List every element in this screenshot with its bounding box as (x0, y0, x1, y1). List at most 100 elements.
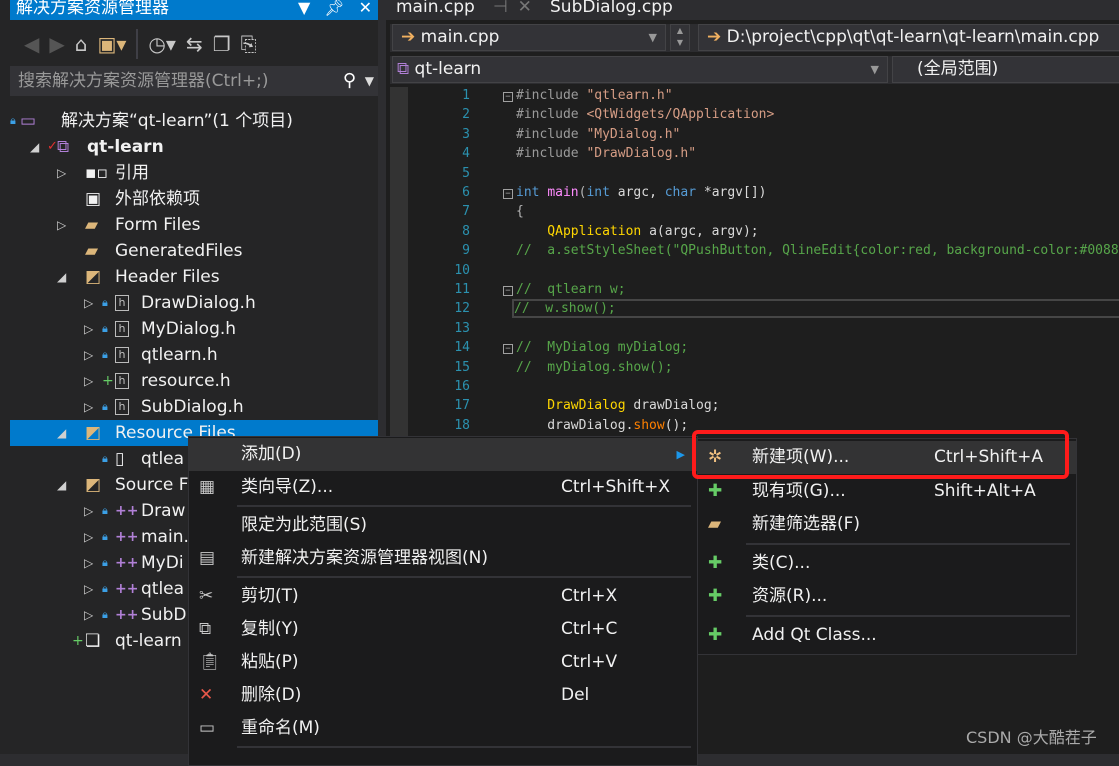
tree-item[interactable]: ▰ GeneratedFiles (10, 238, 378, 264)
collapsed-arrow-icon[interactable]: ▷ (84, 342, 93, 368)
collapsed-arrow-icon[interactable]: ▷ (57, 160, 66, 186)
collapse-all-icon[interactable]: ❐ (213, 32, 231, 56)
line-number: 2 (462, 107, 470, 123)
tree-item[interactable]: ▷ 🔒︎ h qtlearn.h (10, 342, 378, 368)
code-token: *argv[]) (703, 185, 767, 200)
code-line: DrawDialog drawDialog; (516, 398, 719, 413)
collapsed-arrow-icon[interactable]: ▷ (84, 368, 93, 394)
tree-item[interactable]: ▷ + h resource.h (10, 368, 378, 394)
project-dropdown[interactable]: ⧉ qt-learn ▼ (392, 56, 888, 83)
menu-item[interactable]: 添加(D) ▶ (189, 438, 697, 471)
paste-icon: 📋︎ (199, 652, 221, 672)
code-token: argc, (617, 185, 665, 200)
pending-changes-icon[interactable]: ◷▾ (148, 32, 176, 56)
menu-separator (746, 542, 1070, 545)
menu-item[interactable]: ✚ 类(C)... (698, 547, 1076, 580)
qt-project-icon: ⧉ (397, 59, 410, 79)
code-line: // w.show(); (512, 299, 1119, 319)
menu-item[interactable]: 📋︎ 粘贴(P) Ctrl+V (189, 646, 697, 679)
chevron-down-icon: ▼ (648, 31, 657, 44)
collapsed-arrow-icon[interactable]: ▷ (84, 602, 93, 628)
line-number: 7 (462, 204, 470, 220)
file-dropdown[interactable]: ➔ main.cpp ▼ (392, 24, 666, 51)
menu-item[interactable]: ▭ 重命名(M) (189, 712, 697, 745)
forward-icon[interactable]: ▶ (49, 32, 64, 56)
search-input[interactable]: 搜索解决方案资源管理器(Ctrl+;) ⚲ ▼ (10, 66, 378, 96)
back-icon[interactable]: ◀ (24, 32, 39, 56)
tab-main-cpp[interactable]: main.cpp ⊣ ✕ (386, 0, 542, 20)
tree-item[interactable]: ▷ ▰ Form Files (10, 212, 378, 238)
tree-item-label: Source F (115, 475, 189, 495)
expanded-arrow-icon[interactable]: ◢ (57, 420, 66, 446)
menu-item[interactable]: ✕ 删除(D) Del (189, 679, 697, 712)
collapsed-arrow-icon[interactable]: ▷ (84, 524, 93, 550)
tree-item[interactable]: ◢ ✓ ⧉ qt-learn (10, 134, 378, 160)
tree-item[interactable]: ▷ 🔒︎ h MyDialog.h (10, 316, 378, 342)
menu-item[interactable]: ▰ 新建筛选器(F) (698, 508, 1076, 541)
menu-item-label: 限定为此范围(S) (241, 515, 368, 535)
search-icon[interactable]: ⚲ (343, 66, 356, 96)
tree-item-label: main. (141, 527, 189, 547)
home-icon[interactable]: ⌂ (75, 32, 88, 56)
solution-icon: ▭ (20, 111, 37, 131)
sync-icon[interactable]: ⇆ (186, 32, 203, 56)
scope-dropdown[interactable]: (全局范围) (892, 56, 1119, 83)
expanded-arrow-icon[interactable]: ◢ (57, 472, 66, 498)
tree-item[interactable]: ▷ 🔒︎ h SubDialog.h (10, 394, 378, 420)
fold-toggle-icon[interactable]: − (503, 92, 513, 102)
menu-item[interactable]: ✚ Add Qt Class... (698, 619, 1076, 652)
menu-item-label: 粘贴(P) (241, 652, 299, 672)
collapsed-arrow-icon[interactable]: ▷ (84, 394, 93, 420)
collapsed-arrow-icon[interactable]: ▷ (84, 290, 93, 316)
menu-item[interactable]: ✚ 现有项(G)... Shift+Alt+A (698, 475, 1076, 508)
pin-icon[interactable]: ⊣ (493, 0, 508, 17)
dropdown-icon[interactable]: ▼ (298, 0, 310, 16)
tree-item[interactable]: ▣ 外部依赖项 (10, 186, 378, 212)
code-line: #include <QtWidgets/QApplication> (516, 107, 774, 122)
line-number: 3 (462, 126, 470, 142)
collapsed-arrow-icon[interactable]: ▷ (84, 576, 93, 602)
path-dropdown[interactable]: ➔ D:\project\cpp\qt\qt-learn\qt-learn\ma… (698, 24, 1119, 51)
arrow-icon: ➔ (707, 27, 722, 47)
tree-item[interactable]: ▷ 🔒︎ h DrawDialog.h (10, 290, 378, 316)
cpp-file-icon: ++ (115, 555, 139, 571)
tree-item[interactable]: 🔒︎ ▭ 解决方案“qt-learn”(1 个项目) (10, 108, 378, 134)
lock-icon: 🔒︎ (102, 556, 108, 569)
search-options-icon[interactable]: ▼ (365, 66, 374, 96)
fold-toggle-icon[interactable]: − (503, 344, 513, 355)
collapsed-arrow-icon[interactable]: ▷ (57, 212, 66, 238)
tree-item-label: 外部依赖项 (115, 189, 200, 209)
menu-item[interactable]: ✚ 资源(R)... (698, 580, 1076, 613)
close-icon[interactable]: ✕ (359, 0, 372, 16)
collapsed-arrow-icon[interactable]: ▷ (84, 550, 93, 576)
fold-toggle-icon[interactable]: − (503, 286, 513, 296)
lock-icon: 🔒︎ (10, 114, 16, 127)
tab-subdialog-cpp[interactable]: SubDialog.cpp (540, 0, 683, 20)
scroll-updown-button[interactable]: ▲ ▼ (670, 24, 690, 51)
tree-item[interactable]: ◢ ◩ Header Files (10, 264, 378, 290)
code-line: { (516, 204, 524, 219)
fold-toggle-icon[interactable]: − (503, 189, 513, 199)
collapsed-arrow-icon[interactable]: ▷ (84, 316, 93, 342)
code-token: #include (516, 146, 587, 162)
tree-item-label: MyDi (141, 553, 184, 573)
expanded-arrow-icon[interactable]: ◢ (57, 264, 66, 290)
switch-views-icon[interactable]: ▣▾ (97, 32, 126, 56)
file-name: main.cpp (420, 27, 500, 47)
pin-icon[interactable]: 📌︎ (324, 0, 344, 16)
menu-item[interactable]: 限定为此范围(S) (189, 509, 697, 542)
collapsed-arrow-icon[interactable]: ▷ (84, 498, 93, 524)
expanded-arrow-icon[interactable]: ◢ (30, 134, 39, 160)
menu-item[interactable]: ▤ 新建解决方案资源管理器视图(N) (189, 542, 697, 575)
new-filter-icon: ▰ (708, 514, 722, 534)
menu-item[interactable]: ✂ 剪切(T) Ctrl+X (189, 580, 697, 613)
tree-item[interactable]: ▷ ▪▫ 引用 (10, 160, 378, 186)
copy-icon[interactable]: ⎘ (241, 32, 257, 56)
code-line: int main(int argc, char *argv[]) (516, 185, 767, 200)
close-icon[interactable]: ✕ (518, 0, 532, 17)
menu-item[interactable]: ⧉ 复制(Y) Ctrl+C (189, 613, 697, 646)
menu-item[interactable]: ▦ 类向导(Z)... Ctrl+Shift+X (189, 471, 697, 504)
file-icon: ▯ (115, 449, 125, 469)
code-token: int (516, 185, 548, 200)
cpp-file-icon: ++ (115, 581, 139, 597)
